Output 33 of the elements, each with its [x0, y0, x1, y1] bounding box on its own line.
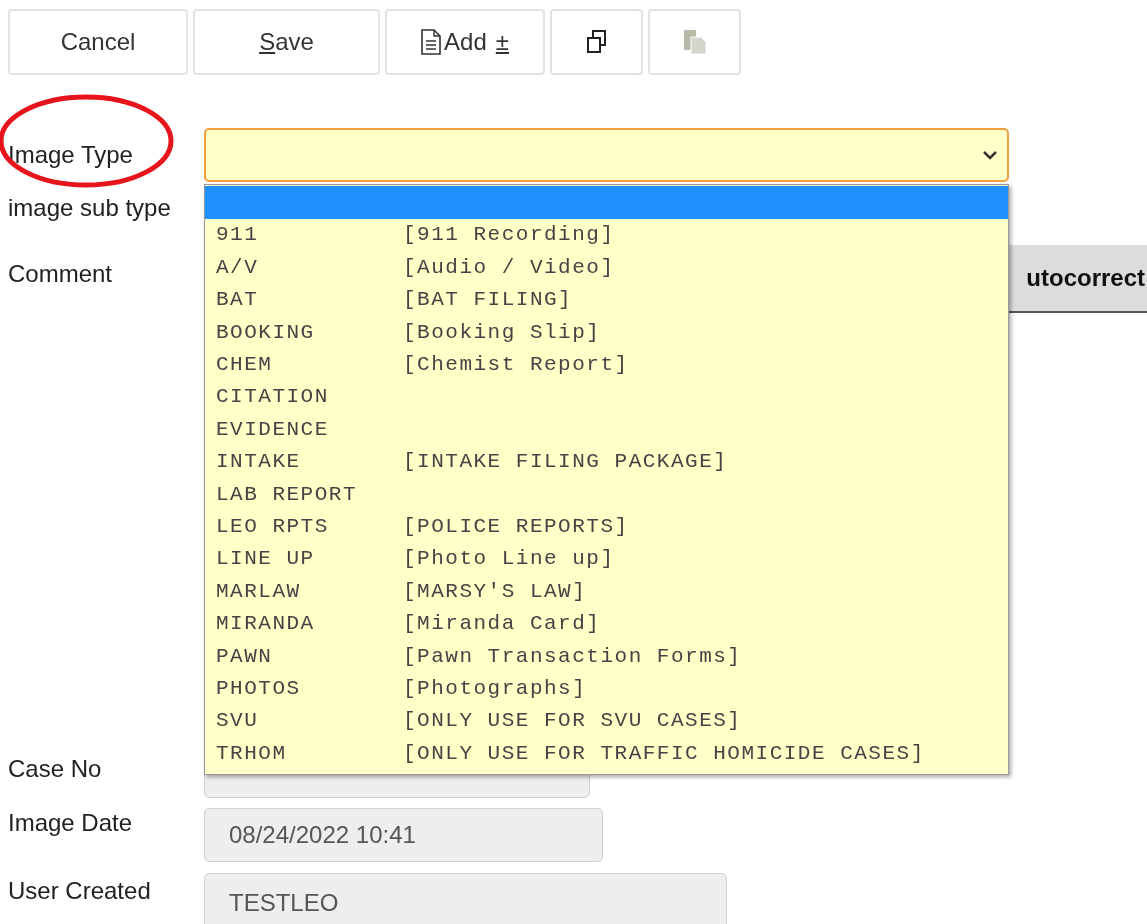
dropdown-option[interactable]: BOOKING [Booking Slip]	[205, 316, 1008, 349]
dropdown-option[interactable]: LINE UP [Photo Line up]	[205, 542, 1008, 576]
dropdown-option[interactable]: LAB REPORT	[205, 478, 1008, 511]
dropdown-option[interactable]: LEO RPTS [POLICE REPORTS]	[205, 510, 1008, 543]
dropdown-option[interactable]: EVIDENCE	[205, 413, 1008, 446]
dropdown-option[interactable]: PHOTOS [Photographs]	[205, 672, 1008, 705]
dropdown-option[interactable]: PAWN [Pawn Transaction Forms]	[205, 640, 1008, 673]
field-label: Case No	[7, 754, 103, 784]
save-button[interactable]: Save	[193, 9, 380, 75]
dropdown-option[interactable]: MARLAW [MARSY'S LAW]	[205, 575, 1008, 608]
dropdown-option[interactable]: CHEM [Chemist Report]	[205, 348, 1008, 381]
field-label: image sub type	[7, 193, 171, 223]
dropdown-option[interactable]: BAT [BAT FILING]	[205, 283, 1008, 317]
image-date-field[interactable]: 08/24/2022 10:41	[204, 808, 603, 862]
user-created-field[interactable]: TESTLEO	[204, 873, 727, 924]
chevron-down-icon	[981, 149, 999, 161]
field-label: Image Type	[7, 140, 134, 170]
dropdown-option[interactable]: SVU [ONLY USE FOR SVU CASES]	[205, 704, 1008, 738]
dropdown-option[interactable]: CITATION	[205, 380, 1008, 414]
dropdown-option[interactable]: A/V [Audio / Video]	[205, 251, 1008, 284]
dropdown-option[interactable]: 911 [911 Recording]	[205, 219, 1008, 252]
image-type-select[interactable]	[204, 128, 1009, 182]
cancel-button[interactable]: Cancel	[8, 9, 188, 75]
copy-button[interactable]	[550, 9, 643, 75]
dropdown-option[interactable]: TRHOM [ONLY USE FOR TRAFFIC HOMICIDE CASES]	[205, 737, 1008, 770]
document-icon	[421, 29, 442, 55]
dropdown-option[interactable]: INTAKE [INTAKE FILING PACKAGE]	[205, 445, 1008, 479]
dropdown-option[interactable]: MIRANDA [Miranda Card]	[205, 607, 1008, 641]
field-label: Comment	[7, 259, 114, 289]
paste-icon	[681, 28, 708, 56]
add-button[interactable]: Add ±	[385, 9, 545, 75]
field-label: Image Date	[7, 808, 134, 838]
field-label: User Created	[7, 876, 152, 906]
